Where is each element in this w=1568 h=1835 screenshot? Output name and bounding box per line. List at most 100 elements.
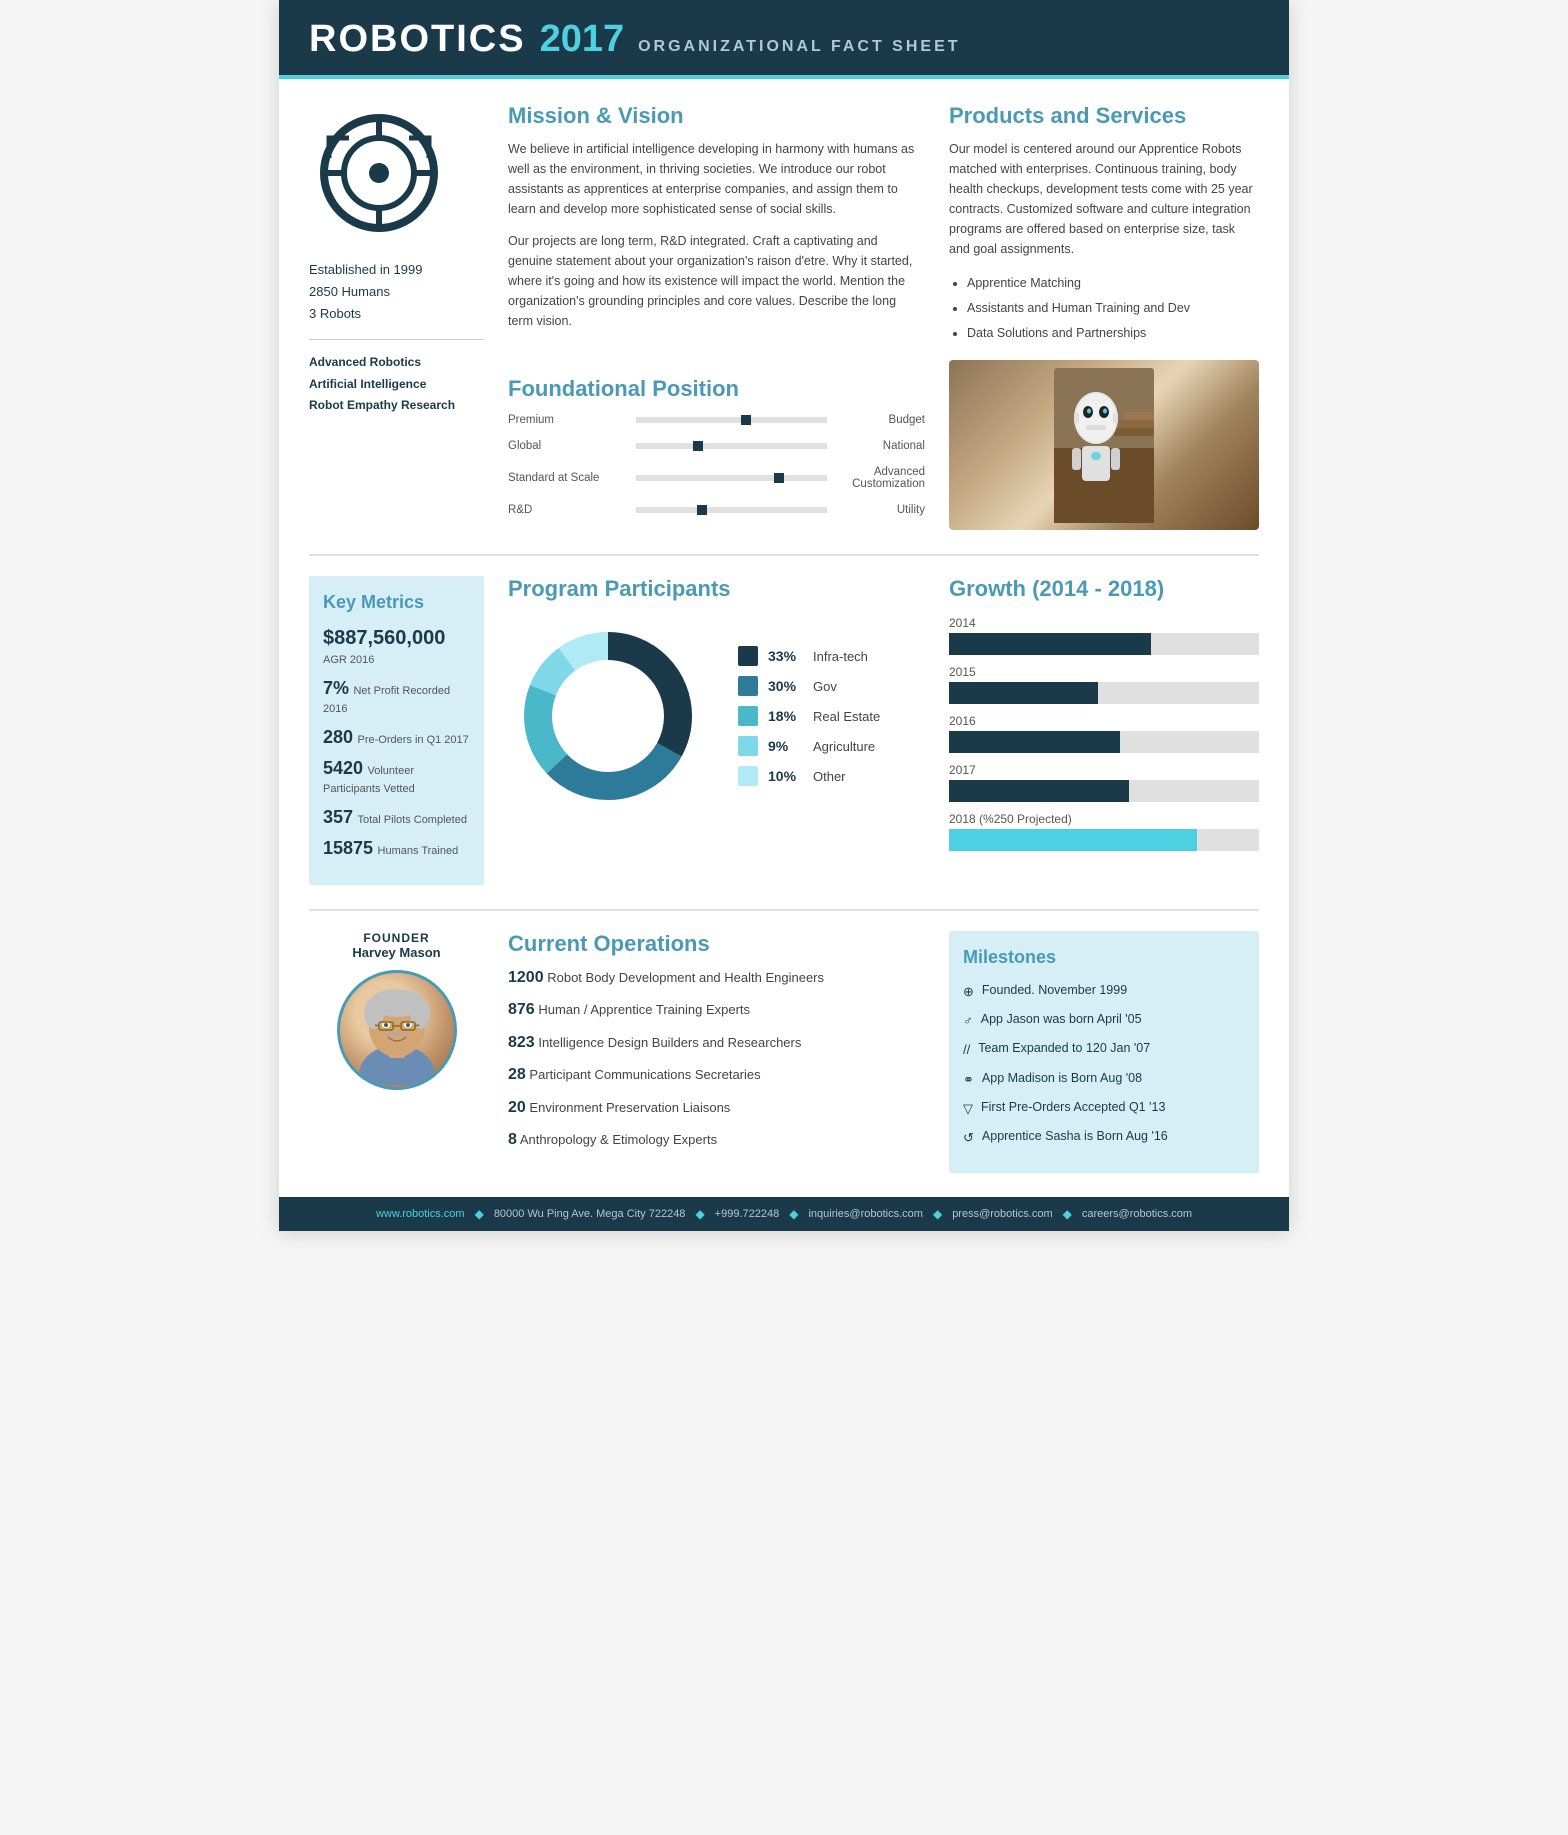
growth-track-2018 [949,829,1259,851]
top-section: Established in 1999 2850 Humans 3 Robots… [309,103,1259,530]
header-subtitle: ORGANIZATIONAL FACT SHEET [638,38,960,56]
bar-label-rnd: R&D [508,504,628,516]
metric-label-pilots: Total Pilots Completed [358,814,467,826]
operation-3: 823 Intelligence Design Builders and Res… [508,1032,925,1054]
milestone-2: ♂ App Jason was born April '05 [963,1011,1245,1030]
metric-value-pilots: 357 [323,807,353,827]
metric-pilots: 357 Total Pilots Completed [323,807,470,828]
key-metrics: Key Metrics $887,560,000 AGR 2016 7% Net… [309,576,484,885]
milestone-icon-5: ▽ [963,1100,973,1118]
growth-year-2016: 2016 [949,714,1259,728]
legend-realestate: 18% Real Estate [738,706,880,726]
milestones-title: Milestones [963,947,1245,968]
legend-pct-gov: 30% [768,678,803,694]
sidebar-stats: Established in 1999 2850 Humans 3 Robots [309,259,422,325]
milestone-text-6: Apprentice Sasha is Born Aug '16 [982,1128,1168,1146]
milestone-1: ⊕ Founded. November 1999 [963,982,1245,1001]
legend-items: 33% Infra-tech 30% Gov 18% Real Estate [738,646,880,786]
growth-year-2017: 2017 [949,763,1259,777]
legend-label-realestate: Real Estate [813,709,880,724]
legend-label-infra: Infra-tech [813,649,868,664]
legend-dot-gov [738,676,758,696]
middle-section: Key Metrics $887,560,000 AGR 2016 7% Net… [309,576,1259,885]
growth-fill-2016 [949,731,1120,753]
legend-infra: 33% Infra-tech [738,646,880,666]
growth-track-2016 [949,731,1259,753]
metric-volunteers: 5420 Volunteer Participants Vetted [323,758,470,797]
legend-label-other: Other [813,769,846,784]
bar-label-advanced: Advanced Customization [835,466,925,490]
bar-row-2: Global National [508,440,925,452]
bar-row-1: Premium Budget [508,414,925,426]
growth-2016: 2016 [949,714,1259,753]
metric-value-agr: $887,560,000 [323,627,445,649]
footer-dot-2: ◆ [695,1207,704,1221]
operation-5: 20 Environment Preservation Liaisons [508,1097,925,1119]
operation-2: 876 Human / Apprentice Training Experts [508,999,925,1021]
mission-foundation-col: Mission & Vision We believe in artificia… [508,103,925,530]
founder-avatar-svg [342,975,452,1085]
growth-2018: 2018 (%250 Projected) [949,812,1259,851]
growth-bars: 2014 2015 2016 [949,616,1259,851]
robots-count: 3 Robots [309,303,422,325]
product-item-3: Data Solutions and Partnerships [967,321,1259,346]
operation-1: 1200 Robot Body Development and Health E… [508,967,925,989]
metric-preorders: 280 Pre-Orders in Q1 2017 [323,727,470,748]
founder-label: FOUNDER [363,931,429,945]
legend-other: 10% Other [738,766,880,786]
legend-dot-realestate [738,706,758,726]
bar-label-budget: Budget [835,414,925,426]
brand-name: ROBOTICS [309,18,526,61]
participants-chart: 33% Infra-tech 30% Gov 18% Real Estate [508,616,925,816]
legend-dot-agriculture [738,736,758,756]
established: Established in 1999 [309,259,422,281]
footer-dot-4: ◆ [933,1207,942,1221]
growth-fill-2017 [949,780,1129,802]
header: ROBOTICS 2017 ORGANIZATIONAL FACT SHEET [279,0,1289,75]
mission-section: Mission & Vision We believe in artificia… [508,103,925,360]
milestone-text-4: App Madison is Born Aug '08 [982,1070,1142,1088]
tag-2: Artificial Intelligence [309,374,455,396]
metrics-title: Key Metrics [323,592,470,613]
robot-logo-svg [314,108,444,238]
footer-website[interactable]: www.robotics.com [376,1208,465,1220]
robot-illustration [1054,368,1154,523]
footer-email-inquiries: inquiries@robotics.com [808,1208,923,1220]
operation-4: 28 Participant Communications Secretarie… [508,1064,925,1086]
footer-dot-3: ◆ [789,1207,798,1221]
donut-svg [508,616,708,816]
legend-dot-infra [738,646,758,666]
page-container: ROBOTICS 2017 ORGANIZATIONAL FACT SHEET [279,0,1289,1231]
legend-gov: 30% Gov [738,676,880,696]
legend-dot-other [738,766,758,786]
metric-label-preorders: Pre-Orders in Q1 2017 [358,734,469,746]
growth-2015: 2015 [949,665,1259,704]
foundation-section: Foundational Position Premium Budget Glo… [508,376,925,530]
operation-text-6: Anthropology & Etimology Experts [520,1132,717,1147]
body-wrap: Established in 1999 2850 Humans 3 Robots… [279,79,1289,1173]
bar-row-3: Standard at Scale Advanced Customization [508,466,925,490]
sidebar-tags: Advanced Robotics Artificial Intelligenc… [309,352,455,417]
operations-section: Current Operations 1200 Robot Body Devel… [508,931,925,1173]
bar-track-1 [636,417,827,423]
milestone-icon-2: ♂ [963,1012,973,1030]
growth-fill-2015 [949,682,1098,704]
section-divider [309,554,1259,556]
bar-fill-2 [693,441,703,451]
bar-track-4 [636,507,827,513]
header-year: 2017 [540,18,625,61]
growth-year-2018: 2018 (%250 Projected) [949,812,1259,826]
milestone-icon-1: ⊕ [963,983,974,1001]
product-item-2: Assistants and Human Training and Dev [967,296,1259,321]
metric-value-humans: 15875 [323,838,373,858]
mission-para-1: We believe in artificial intelligence de… [508,139,915,219]
metric-humans: 15875 Humans Trained [323,838,470,859]
footer-email-careers: careers@robotics.com [1082,1208,1192,1220]
metric-value-volunteers: 5420 [323,758,363,778]
growth-track-2015 [949,682,1259,704]
participants-title: Program Participants [508,576,925,602]
legend-agriculture: 9% Agriculture [738,736,880,756]
operation-text-3: Intelligence Design Builders and Researc… [538,1035,801,1050]
metric-label-agr: AGR 2016 [323,654,374,666]
growth-year-2015: 2015 [949,665,1259,679]
